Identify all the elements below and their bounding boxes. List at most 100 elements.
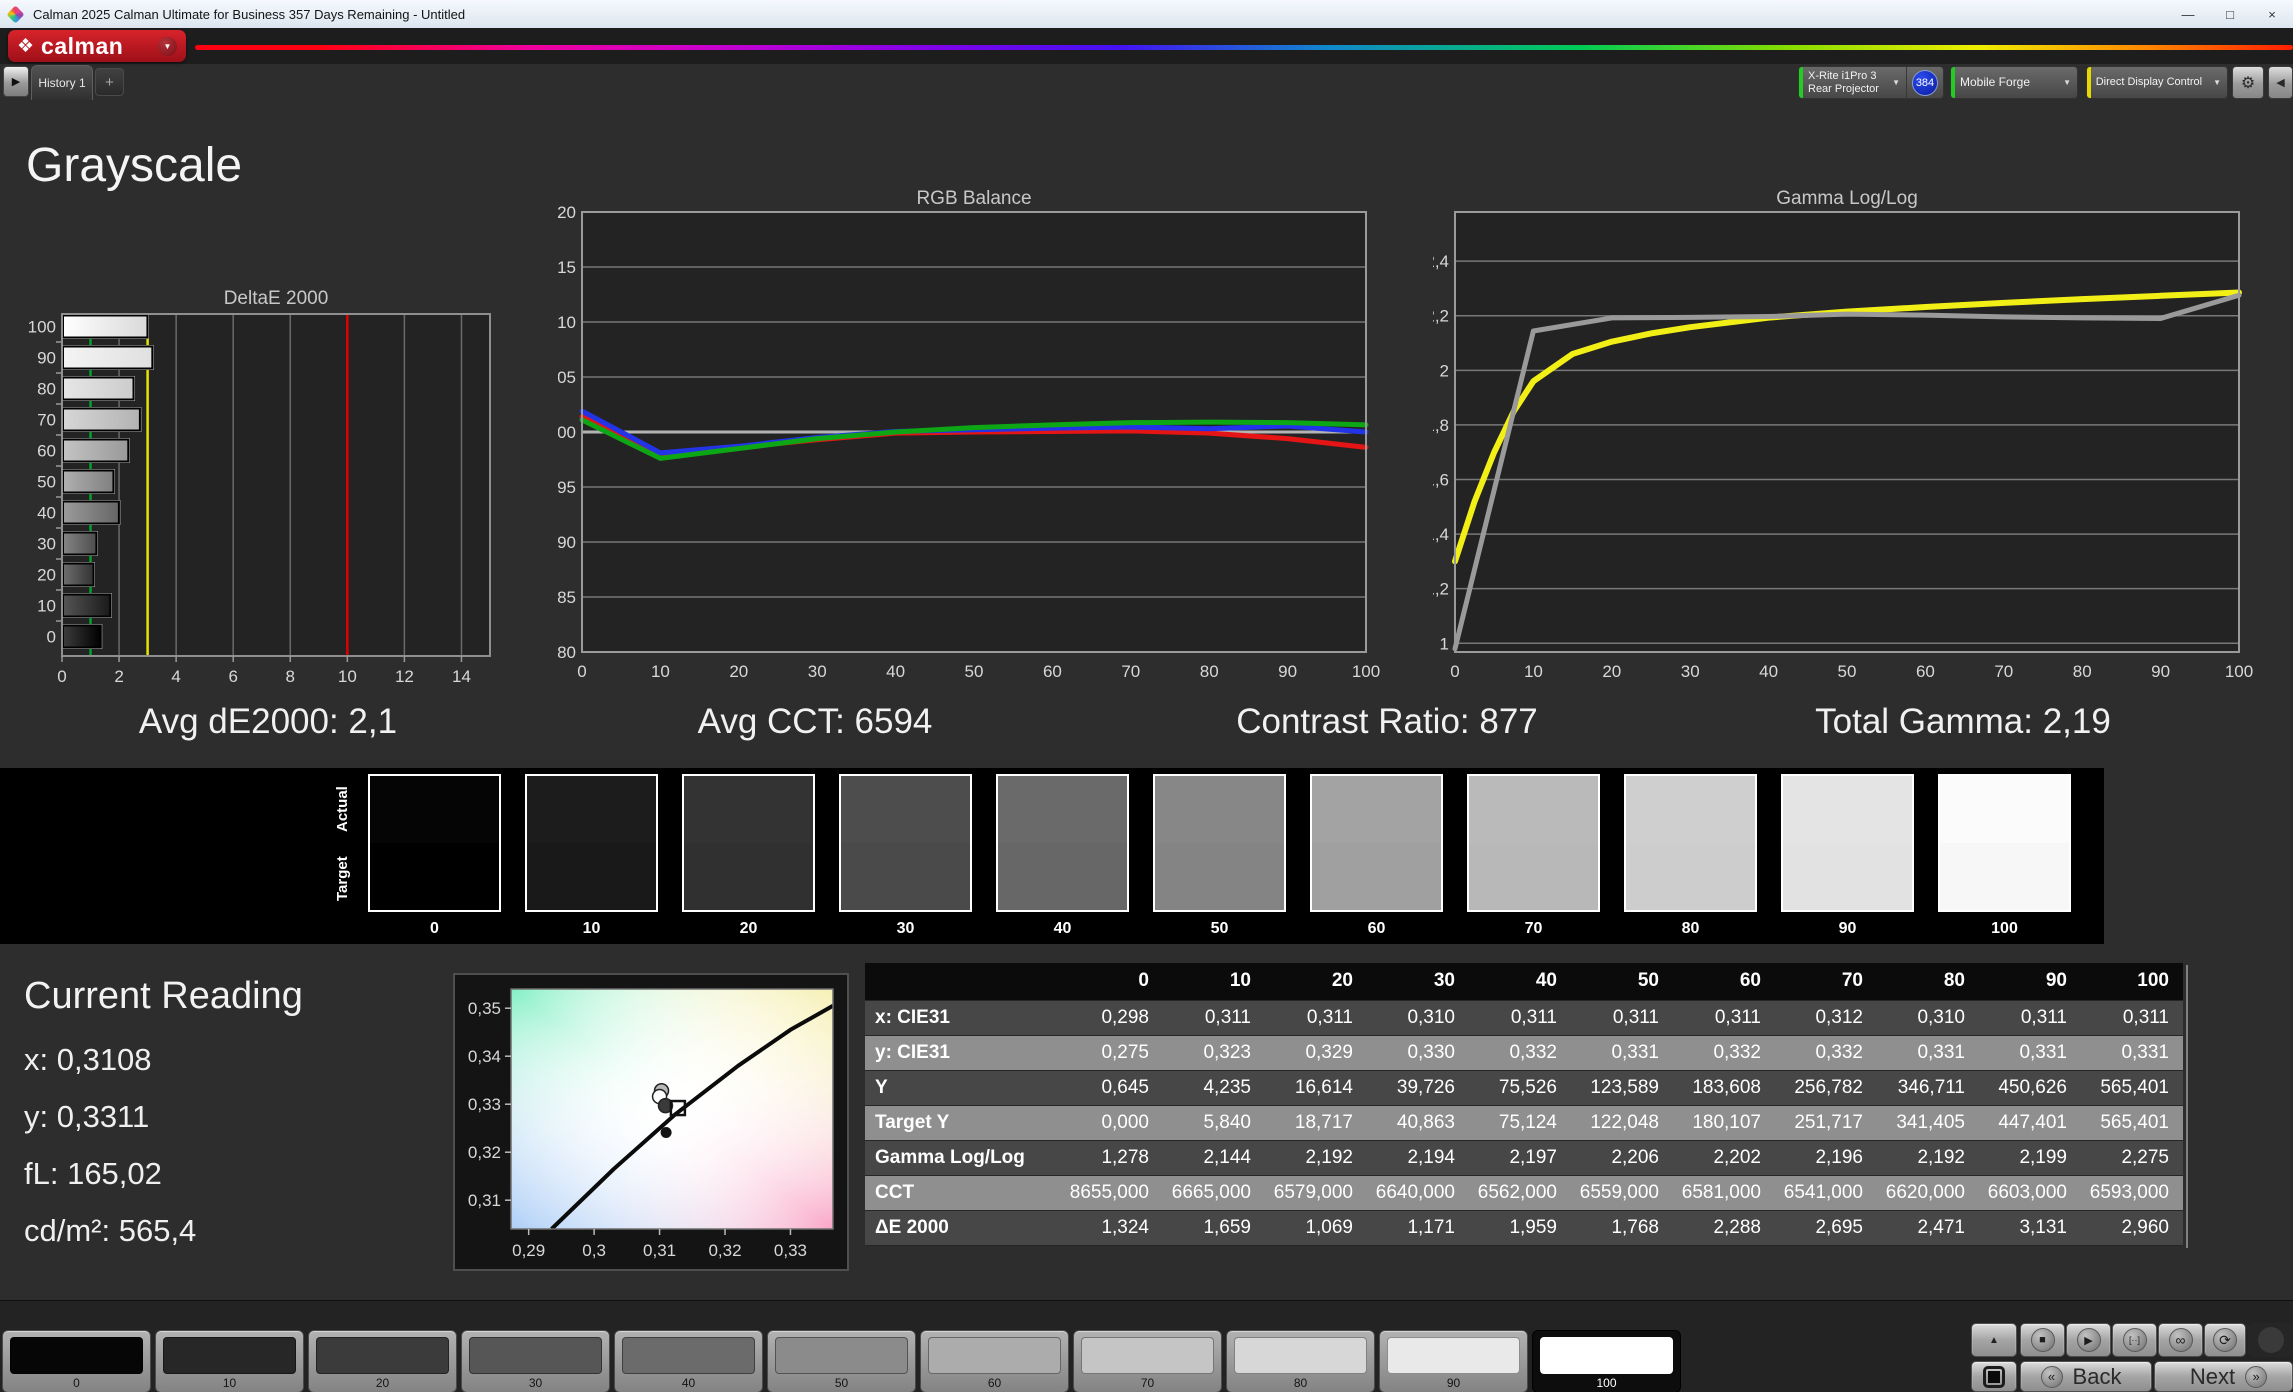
svg-text:30: 30 (808, 662, 827, 681)
back-chevrons-icon: « (2040, 1365, 2063, 1388)
table-cell: 0,331 (1979, 1035, 2081, 1071)
svg-text:DeltaE 2000: DeltaE 2000 (224, 288, 329, 309)
table-scrollbar[interactable] (2186, 965, 2188, 1248)
chevron-down-icon: ▼ (2213, 78, 2221, 87)
pattern-patch-0[interactable]: 0 (2, 1330, 151, 1392)
svg-text:115: 115 (558, 258, 576, 277)
table-cell: 0,311 (1571, 1000, 1673, 1036)
table-cell: 6562,000 (1469, 1175, 1571, 1211)
table-cell: 75,526 (1469, 1070, 1571, 1106)
svg-text:50: 50 (965, 662, 984, 681)
svg-text:10: 10 (651, 662, 670, 681)
svg-text:0,31: 0,31 (643, 1241, 676, 1260)
meter-mode: Rear Projector (1808, 82, 1879, 95)
table-col-header-10: 10 (1163, 963, 1265, 1001)
table-cell: 1,324 (1061, 1210, 1163, 1246)
svg-text:120: 120 (558, 203, 576, 222)
table-cell: 6665,000 (1163, 1175, 1265, 1211)
table-row: Target Y 0,000 5,840 18,717 40,863 75,124 122,… (865, 1105, 2183, 1141)
table-cell: 0,275 (1061, 1035, 1163, 1071)
meter-dropdown[interactable]: X-Rite i1Pro 3 Rear Projector ▼ 384 (1798, 66, 1944, 99)
expand-patterns-button[interactable]: ▲ (1971, 1323, 2017, 1357)
collapse-panel-button[interactable]: ◀ (2268, 66, 2293, 99)
pattern-swatch (1387, 1337, 1520, 1374)
next-chevrons-icon: » (2245, 1365, 2268, 1388)
add-tab-button[interactable]: + (95, 68, 124, 96)
pattern-patch-10[interactable]: 10 (155, 1330, 304, 1392)
table-row: x: CIE31 0,298 0,311 0,311 0,310 0,311 0,311 0,… (865, 1000, 2183, 1036)
read-series-button[interactable]: [··] (2112, 1323, 2157, 1357)
pattern-patch-70[interactable]: 70 (1073, 1330, 1222, 1392)
svg-text:80: 80 (2073, 662, 2092, 681)
maximize-button[interactable]: □ (2209, 0, 2251, 28)
source-dropdown[interactable]: Mobile Forge ▼ (1950, 66, 2078, 99)
svg-text:4: 4 (171, 667, 180, 686)
table-col-header-50: 50 (1571, 963, 1673, 1001)
pattern-swatch (10, 1337, 143, 1374)
pattern-label: 50 (834, 1376, 849, 1390)
swatch-level-label: 40 (1053, 920, 1072, 937)
calman-menu-button[interactable]: ❖ calman ▼ (8, 30, 186, 62)
pattern-window-button[interactable] (1971, 1361, 2017, 1392)
autocal-button[interactable]: ⟳ (2204, 1323, 2246, 1357)
gear-icon: ⚙ (2240, 74, 2256, 92)
source-name: Mobile Forge (1960, 74, 2031, 89)
svg-text:10: 10 (1524, 662, 1543, 681)
svg-text:70: 70 (1121, 662, 1140, 681)
pattern-patch-80[interactable]: 80 (1226, 1330, 1375, 1392)
grayscale-swatch-0 (368, 774, 501, 912)
pattern-swatch (469, 1337, 602, 1374)
pattern-label: 80 (1293, 1376, 1308, 1390)
svg-text:8: 8 (286, 667, 295, 686)
table-cell: 3,131 (1979, 1210, 2081, 1246)
table-cell: 2,288 (1673, 1210, 1775, 1246)
svg-text:110: 110 (558, 313, 576, 332)
pattern-patch-20[interactable]: 20 (308, 1330, 457, 1392)
table-cell: 2,199 (1979, 1140, 2081, 1176)
table-cell: 180,107 (1673, 1105, 1775, 1141)
table-cell: 0,331 (2081, 1035, 2183, 1071)
pattern-swatch (622, 1337, 755, 1374)
table-cell: 341,405 (1877, 1105, 1979, 1141)
svg-text:0,31: 0,31 (468, 1191, 501, 1210)
next-button[interactable]: Next » (2154, 1361, 2293, 1392)
svg-text:1,8: 1,8 (1433, 416, 1449, 435)
table-cell: 6541,000 (1775, 1175, 1877, 1211)
tab-label: History 1 (38, 76, 86, 90)
avg-de2000-readout: Avg dE2000: 2,1 (138, 702, 398, 741)
table-cell: 6603,000 (1979, 1175, 2081, 1211)
stop-measure-button[interactable]: ■ (2020, 1323, 2065, 1357)
read-continuous-button[interactable]: ∞ (2158, 1323, 2203, 1357)
tab-scroll-button[interactable]: ▶ (3, 66, 29, 97)
table-cell: 346,711 (1877, 1070, 1979, 1106)
display-control-dropdown[interactable]: Direct Display Control ▼ (2086, 66, 2228, 99)
tab-history-1[interactable]: History 1 (31, 65, 93, 100)
svg-text:6: 6 (228, 667, 237, 686)
swatch-target (841, 843, 970, 910)
minimize-button[interactable]: — (2167, 0, 2209, 28)
table-cell: 0,311 (1163, 1000, 1265, 1036)
swatch-target (684, 843, 813, 910)
pattern-patch-50[interactable]: 50 (767, 1330, 916, 1392)
svg-text:70: 70 (1994, 662, 2013, 681)
grayscale-swatch-100 (1938, 774, 2071, 912)
svg-text:40: 40 (886, 662, 905, 681)
settings-button[interactable]: ⚙ (2232, 66, 2264, 99)
pattern-patch-40[interactable]: 40 (614, 1330, 763, 1392)
next-label: Next (2189, 1363, 2236, 1389)
pattern-patch-60[interactable]: 60 (920, 1330, 1069, 1392)
swatch-target (998, 843, 1127, 910)
close-button[interactable]: × (2251, 0, 2293, 28)
pattern-patch-90[interactable]: 90 (1379, 1330, 1528, 1392)
table-cell: 1,659 (1163, 1210, 1265, 1246)
pattern-patch-100[interactable]: 100 (1532, 1330, 1681, 1392)
svg-text:50: 50 (37, 473, 56, 492)
read-once-button[interactable]: ▶ (2066, 1323, 2111, 1357)
back-label: Back (2072, 1363, 2122, 1389)
table-cell: 2,196 (1775, 1140, 1877, 1176)
table-cell: 1,959 (1469, 1210, 1571, 1246)
back-button[interactable]: « Back (2020, 1361, 2152, 1392)
table-cell: 0,330 (1367, 1035, 1469, 1071)
table-col-header-70: 70 (1775, 963, 1877, 1001)
pattern-patch-30[interactable]: 30 (461, 1330, 610, 1392)
